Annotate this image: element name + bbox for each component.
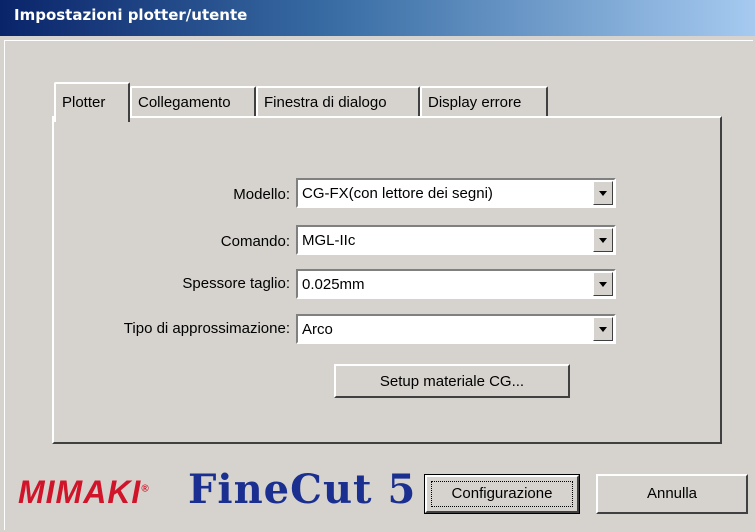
chevron-down-icon[interactable] xyxy=(593,228,613,252)
modello-value: CG-FX(con lettore dei segni) xyxy=(302,185,493,202)
comando-label: Comando: xyxy=(220,233,290,250)
configurazione-button[interactable]: Configurazione xyxy=(424,474,580,514)
setup-materiale-button[interactable]: Setup materiale CG... xyxy=(334,364,570,398)
modello-select[interactable]: CG-FX(con lettore dei segni) xyxy=(296,178,616,208)
comando-value: MGL-IIc xyxy=(302,232,356,249)
tab-plotter-label: Plotter xyxy=(62,94,106,111)
annulla-button[interactable]: Annulla xyxy=(596,474,748,514)
window-title: Impostazioni plotter/utente xyxy=(14,6,248,24)
tipo-label: Tipo di approssimazione: xyxy=(123,320,290,337)
tab-finestra-di-dialogo[interactable]: Finestra di dialogo xyxy=(256,86,420,118)
finecut-logo: FineCut 5 xyxy=(188,466,416,513)
tipo-value: Arco xyxy=(302,321,333,338)
tab-plotter[interactable]: Plotter xyxy=(54,82,130,122)
tab-display-errore[interactable]: Display errore xyxy=(420,86,548,118)
tab-display-errore-label: Display errore xyxy=(428,94,522,111)
mimaki-logo-text: MIMAKI xyxy=(18,474,142,510)
spessore-value: 0.025mm xyxy=(302,276,365,293)
tab-finestra-label: Finestra di dialogo xyxy=(264,94,387,111)
registered-mark: ® xyxy=(141,483,150,495)
chevron-down-icon[interactable] xyxy=(593,181,613,205)
tab-collegamento-label: Collegamento xyxy=(138,94,231,111)
chevron-down-icon[interactable] xyxy=(593,272,613,296)
configurazione-label: Configurazione xyxy=(451,485,553,502)
spessore-label: Spessore taglio: xyxy=(182,275,290,292)
comando-select[interactable]: MGL-IIc xyxy=(296,225,616,255)
mimaki-logo: MIMAKI® xyxy=(18,474,150,511)
modello-label: Modello: xyxy=(233,186,290,203)
tab-collegamento[interactable]: Collegamento xyxy=(130,86,256,118)
chevron-down-icon[interactable] xyxy=(593,317,613,341)
spessore-select[interactable]: 0.025mm xyxy=(296,269,616,299)
annulla-label: Annulla xyxy=(646,485,698,502)
setup-materiale-label: Setup materiale CG... xyxy=(379,373,525,390)
tipo-select[interactable]: Arco xyxy=(296,314,616,344)
finecut-logo-text: FineCut 5 xyxy=(188,466,417,513)
window-title-bar: Impostazioni plotter/utente xyxy=(0,0,755,36)
